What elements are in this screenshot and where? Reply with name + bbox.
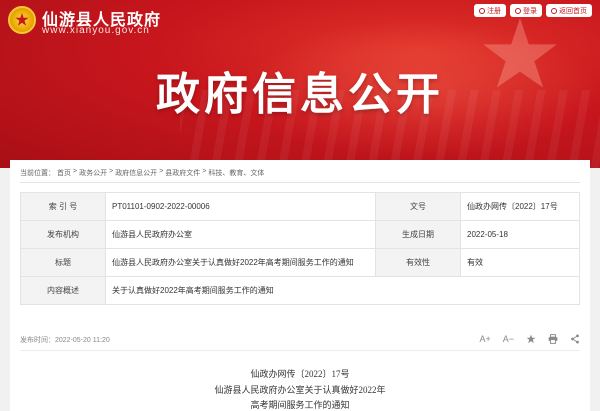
publish-time: 发布时间：2022-05-20 11:20 — [20, 335, 110, 345]
table-row: 标题 仙游县人民政府办公室关于认真做好2022年高考期间服务工作的通知 有效性 … — [20, 248, 580, 277]
meta-key-created-date: 生成日期 — [375, 220, 461, 249]
meta-value-summary: 关于认真做好2022年高考期间服务工作的通知 — [105, 276, 580, 305]
breadcrumb-separator: > — [202, 168, 207, 175]
breadcrumb-separator: > — [73, 168, 78, 175]
document-title-line-2: 高考期间服务工作的通知 — [250, 400, 350, 410]
publish-value: 2022-05-20 11:20 — [55, 337, 110, 344]
national-emblem-icon — [8, 6, 36, 34]
font-increase-button[interactable]: A+ — [479, 334, 490, 344]
table-row: 发布机构 仙游县人民政府办公室 生成日期 2022-05-18 — [20, 220, 580, 249]
table-row: 内容概述 关于认真做好2022年高考期间服务工作的通知 — [20, 276, 580, 305]
publish-label: 发布时间： — [20, 337, 55, 344]
user-icon — [479, 7, 485, 14]
content-card: 当前位置： 首页 > 政务公开 > 政府信息公开 > 县政府文件 > 科技、教育… — [10, 160, 590, 411]
site-url: www.xianyou.gov.cn — [42, 25, 150, 36]
font-increase-label: A+ — [479, 334, 491, 344]
login-label: 登录 — [523, 7, 537, 15]
breadcrumb-separator: > — [159, 168, 164, 175]
breadcrumb-item-category[interactable]: 科技、教育、文体 — [208, 168, 264, 178]
meta-key-summary: 内容概述 — [20, 276, 106, 305]
font-decrease-label: A− — [502, 334, 514, 344]
favorite-button[interactable] — [526, 334, 536, 344]
printer-icon — [548, 334, 558, 344]
breadcrumb-item-gov-affairs[interactable]: 政务公开 — [79, 168, 107, 178]
meta-value-publisher: 仙游县人民政府办公室 — [105, 220, 376, 249]
home-icon — [551, 7, 557, 14]
breadcrumb-item-county-documents[interactable]: 县政府文件 — [165, 168, 200, 178]
document-title-line-1: 仙游县人民政府办公室关于认真做好2022年 — [214, 385, 386, 395]
star-icon — [526, 334, 536, 344]
meta-key-publisher: 发布机构 — [20, 220, 106, 249]
meta-key-index: 索 引 号 — [20, 192, 106, 221]
hero-title: 政府信息公开 — [156, 70, 444, 119]
meta-key-validity: 有效性 — [375, 248, 461, 277]
font-decrease-button[interactable]: A− — [503, 334, 514, 344]
share-button[interactable] — [570, 334, 580, 344]
meta-key-doc-number: 文号 — [375, 192, 461, 221]
breadcrumb-item-home[interactable]: 首页 — [57, 168, 71, 178]
meta-value-created-date: 2022-05-18 — [460, 220, 580, 249]
lock-icon — [515, 7, 521, 14]
breadcrumb-prefix: 当前位置： — [20, 170, 55, 177]
table-row: 索 引 号 PT01101-0902-2022-00006 文号 仙政办网传〔2… — [20, 192, 580, 221]
meta-value-title: 仙游县人民政府办公室关于认真做好2022年高考期间服务工作的通知 — [105, 248, 376, 277]
meta-value-index: PT01101-0902-2022-00006 — [105, 192, 376, 221]
login-button[interactable]: 登录 — [510, 4, 542, 17]
breadcrumb-item-info-disclosure[interactable]: 政府信息公开 — [115, 168, 157, 178]
content-divider — [20, 350, 580, 351]
register-label: 注册 — [487, 7, 501, 15]
home-button[interactable]: 返回首页 — [546, 4, 592, 17]
meta-value-doc-number: 仙政办网传〔2022〕17号 — [460, 192, 580, 221]
top-buttons: 注册 登录 返回首页 — [474, 4, 592, 17]
article-tools: A+ A− — [479, 334, 580, 344]
print-button[interactable] — [548, 334, 558, 344]
document-meta-table: 索 引 号 PT01101-0902-2022-00006 文号 仙政办网传〔2… — [20, 192, 580, 305]
home-label: 返回首页 — [559, 7, 587, 15]
register-button[interactable]: 注册 — [474, 4, 506, 17]
meta-key-title: 标题 — [20, 248, 106, 277]
header-banner: 仙游县人民政府 www.xianyou.gov.cn 注册 登录 返回首页 政府… — [0, 0, 600, 168]
document-number-line: 仙政办网传〔2022〕17号 — [250, 369, 350, 379]
breadcrumb-divider — [20, 182, 580, 183]
breadcrumb-separator: > — [109, 168, 114, 175]
breadcrumb: 当前位置： 首页 > 政务公开 > 政府信息公开 > 县政府文件 > 科技、教育… — [20, 168, 264, 178]
meta-value-validity: 有效 — [460, 248, 580, 277]
share-icon — [571, 334, 579, 344]
